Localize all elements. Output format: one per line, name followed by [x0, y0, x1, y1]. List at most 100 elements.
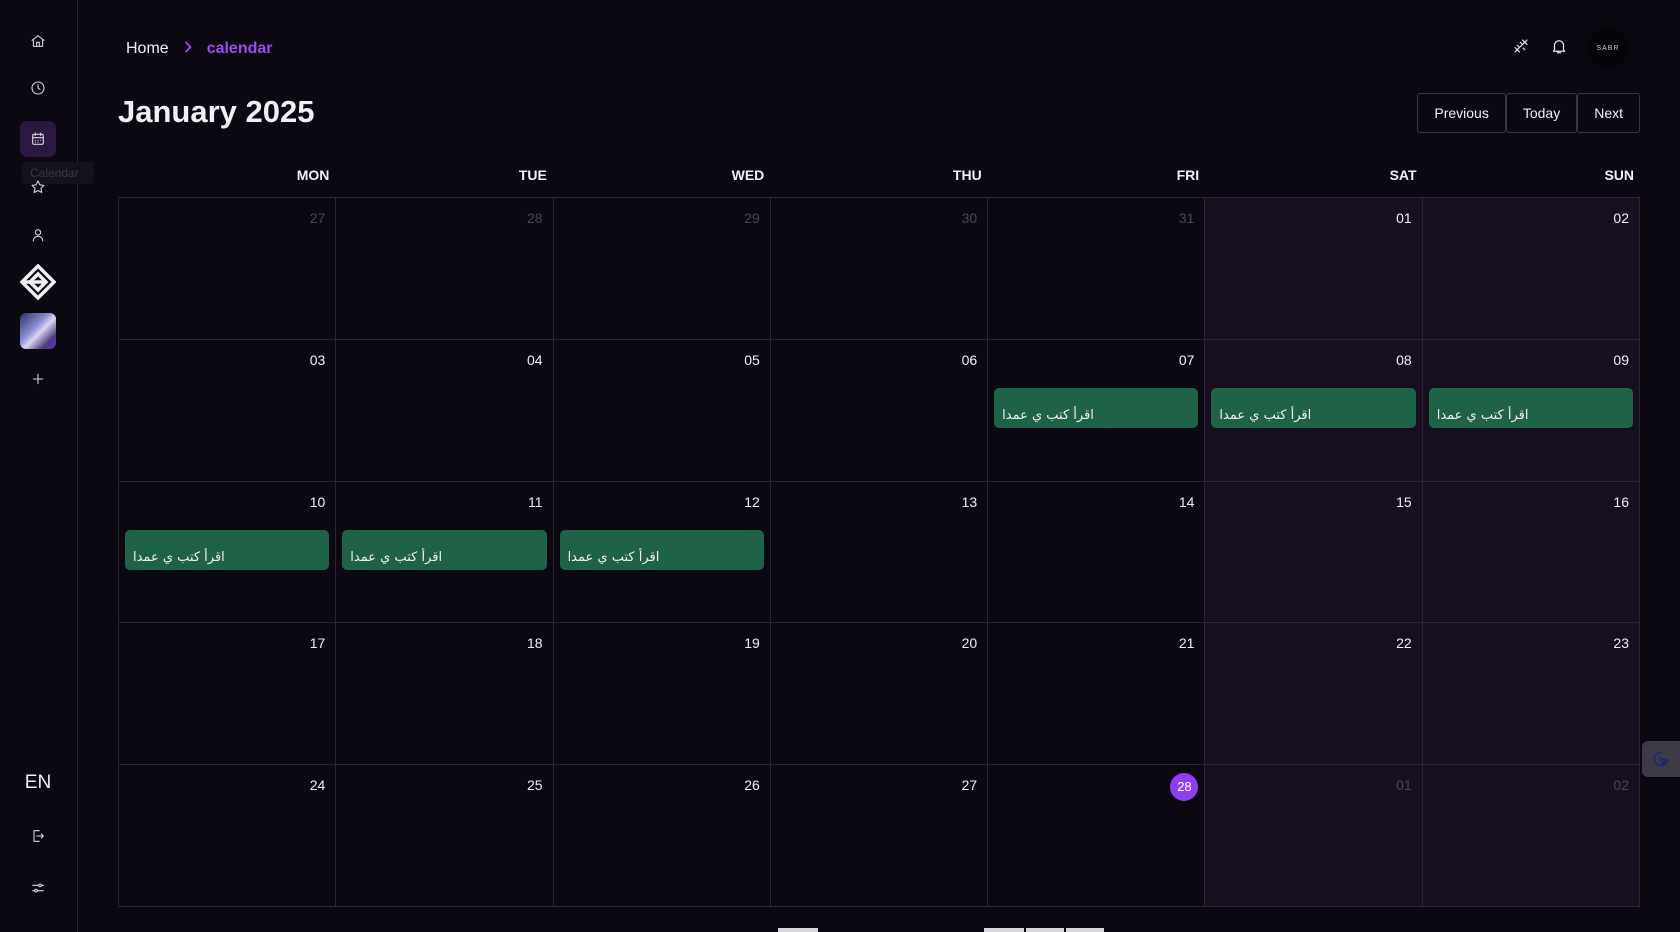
logout-button[interactable]: [20, 818, 56, 854]
weekday-label: MON: [296, 167, 330, 183]
star-icon: [31, 180, 45, 193]
user-avatar[interactable]: SABR: [1588, 28, 1628, 68]
workspace-avatar[interactable]: [20, 313, 56, 349]
calendar-day-cell[interactable]: 01: [1205, 765, 1423, 907]
calendar-day-cell[interactable]: 01: [1205, 198, 1423, 340]
day-number: 08: [1396, 351, 1412, 368]
calendar-day-cell[interactable]: 22: [1205, 623, 1423, 766]
sidebar-item-history[interactable]: [20, 70, 56, 106]
sidebar-item-calendar[interactable]: [20, 121, 56, 157]
day-number: 17: [309, 635, 326, 652]
sidebar-item-home[interactable]: [20, 23, 56, 59]
sidebar: Calendar EN: [0, 0, 94, 932]
calendar-day-cell[interactable]: 07 اقرأ كتب ي عمدا: [988, 339, 1206, 482]
calendar-day-cell[interactable]: 15: [1205, 481, 1423, 624]
calendar-event[interactable]: اقرأ كتب ي عمدا: [1428, 387, 1633, 428]
calendar-day-cell[interactable]: 08 اقرأ كتب ي عمدا: [1205, 339, 1423, 482]
weekday-label: TUE: [518, 167, 547, 183]
weekday-label: FRI: [1176, 167, 1200, 183]
home-icon: [31, 35, 45, 47]
calendar-day-cell[interactable]: 11 اقرأ كتب ي عمدا: [336, 481, 554, 624]
day-number: 16: [1613, 493, 1629, 510]
calendar-day-cell[interactable]: 02: [1422, 765, 1640, 907]
calendar-day-cell[interactable]: 12 اقرأ كتب ي عمدا: [553, 481, 771, 624]
calendar-day-cell[interactable]: 16: [1422, 481, 1640, 624]
calendar-day-cell[interactable]: 05: [553, 339, 771, 482]
calendar-nav: Previous Today Next: [1417, 93, 1640, 133]
app-logo[interactable]: [19, 263, 57, 301]
calendar-day-cell[interactable]: 17: [119, 623, 337, 766]
previous-button[interactable]: Previous: [1417, 93, 1506, 133]
calendar-day-cell[interactable]: 24: [119, 765, 337, 907]
day-number: 25: [526, 777, 543, 794]
day-number: 02: [1613, 777, 1629, 794]
avatar-text: SABR: [1596, 44, 1620, 52]
calendar-event[interactable]: اقرأ كتب ي عمدا: [125, 529, 330, 570]
day-number: 21: [1178, 635, 1195, 652]
day-number: 31: [1178, 210, 1195, 226]
day-number: 02: [1613, 210, 1629, 226]
settings-button[interactable]: [20, 870, 56, 906]
calendar-day-cell[interactable]: 10 اقرأ كتب ي عمدا: [119, 481, 337, 624]
calendar-day-cell[interactable]: 02: [1422, 198, 1640, 340]
calendar-day-cell[interactable]: 31: [988, 198, 1206, 340]
calendar-day-cell[interactable]: 27: [119, 198, 337, 340]
calendar-day-cell[interactable]: 25: [336, 765, 554, 907]
day-number: 29: [744, 210, 760, 226]
notifications-button[interactable]: [1550, 37, 1568, 60]
chevron-right-icon: [183, 38, 193, 59]
day-number: 26: [744, 777, 760, 794]
calendar-day-cell[interactable]: 13: [770, 481, 989, 624]
day-number: 15: [1396, 493, 1412, 510]
day-number: 10: [309, 493, 326, 510]
calendar-day-cell[interactable]: 19: [553, 623, 771, 766]
calendar-day-cell[interactable]: 26: [553, 765, 771, 907]
calendar-day-cell[interactable]: 27: [770, 765, 989, 907]
calendar-event[interactable]: اقرأ كتب ي عمدا: [1211, 387, 1416, 428]
day-number: 23: [1613, 635, 1629, 652]
language-switch[interactable]: EN: [20, 772, 56, 794]
user-icon: [32, 229, 44, 242]
day-number: 06: [961, 351, 978, 368]
calendar-day-cell[interactable]: 14: [988, 481, 1206, 624]
tools-button[interactable]: [1512, 37, 1530, 60]
header-actions: SABR: [1512, 28, 1628, 68]
calendar-day-cell[interactable]: 23: [1422, 623, 1640, 766]
breadcrumb: Home calendar: [126, 38, 273, 59]
next-button[interactable]: Next: [1577, 93, 1640, 133]
breadcrumb-home[interactable]: Home: [126, 40, 169, 58]
day-number: 03: [309, 351, 326, 368]
calendar-day-cell[interactable]: 03: [119, 339, 337, 482]
sidebar-item-profile[interactable]: [20, 217, 56, 253]
clock-icon: [31, 81, 45, 95]
day-number: 13: [961, 493, 978, 510]
calendar-event[interactable]: اقرأ كتب ي عمدا: [559, 529, 764, 570]
page-title: January 2025: [118, 94, 315, 130]
scroll-indicator: [1066, 928, 1104, 932]
sidebar-item-favorites[interactable]: [20, 169, 56, 205]
calendar-day-cell[interactable]: 29: [553, 198, 771, 340]
day-number: 11: [528, 493, 543, 510]
day-number: 27: [309, 210, 326, 226]
sidebar-add-button[interactable]: [20, 361, 56, 397]
calendar-day-cell[interactable]: 21: [988, 623, 1206, 766]
calendar-day-cell[interactable]: 04: [336, 339, 554, 482]
calendar-day-cell[interactable]: 09 اقرأ كتب ي عمدا: [1422, 339, 1640, 482]
calendar-day-cell[interactable]: 20: [770, 623, 989, 766]
calendar-icon: [32, 132, 44, 145]
day-number: 14: [1178, 493, 1195, 510]
day-number: 18: [526, 635, 543, 652]
calendar-day-cell[interactable]: 18: [336, 623, 554, 766]
feedback-widget[interactable]: [1642, 741, 1680, 777]
calendar-day-cell[interactable]: 28: [988, 765, 1206, 907]
calendar-day-cell[interactable]: 30: [770, 198, 989, 340]
scroll-indicator: [1026, 928, 1064, 932]
logout-icon: [33, 830, 44, 842]
day-number: 28: [526, 210, 543, 226]
calendar-day-cell[interactable]: 06: [770, 339, 989, 482]
calendar-event[interactable]: اقرأ كتب ي عمدا: [994, 387, 1199, 428]
today-button[interactable]: Today: [1505, 93, 1578, 133]
calendar-event[interactable]: اقرأ كتب ي عمدا: [342, 529, 547, 570]
calendar-day-cell[interactable]: 28: [336, 198, 554, 340]
day-number: 01: [1396, 210, 1412, 226]
